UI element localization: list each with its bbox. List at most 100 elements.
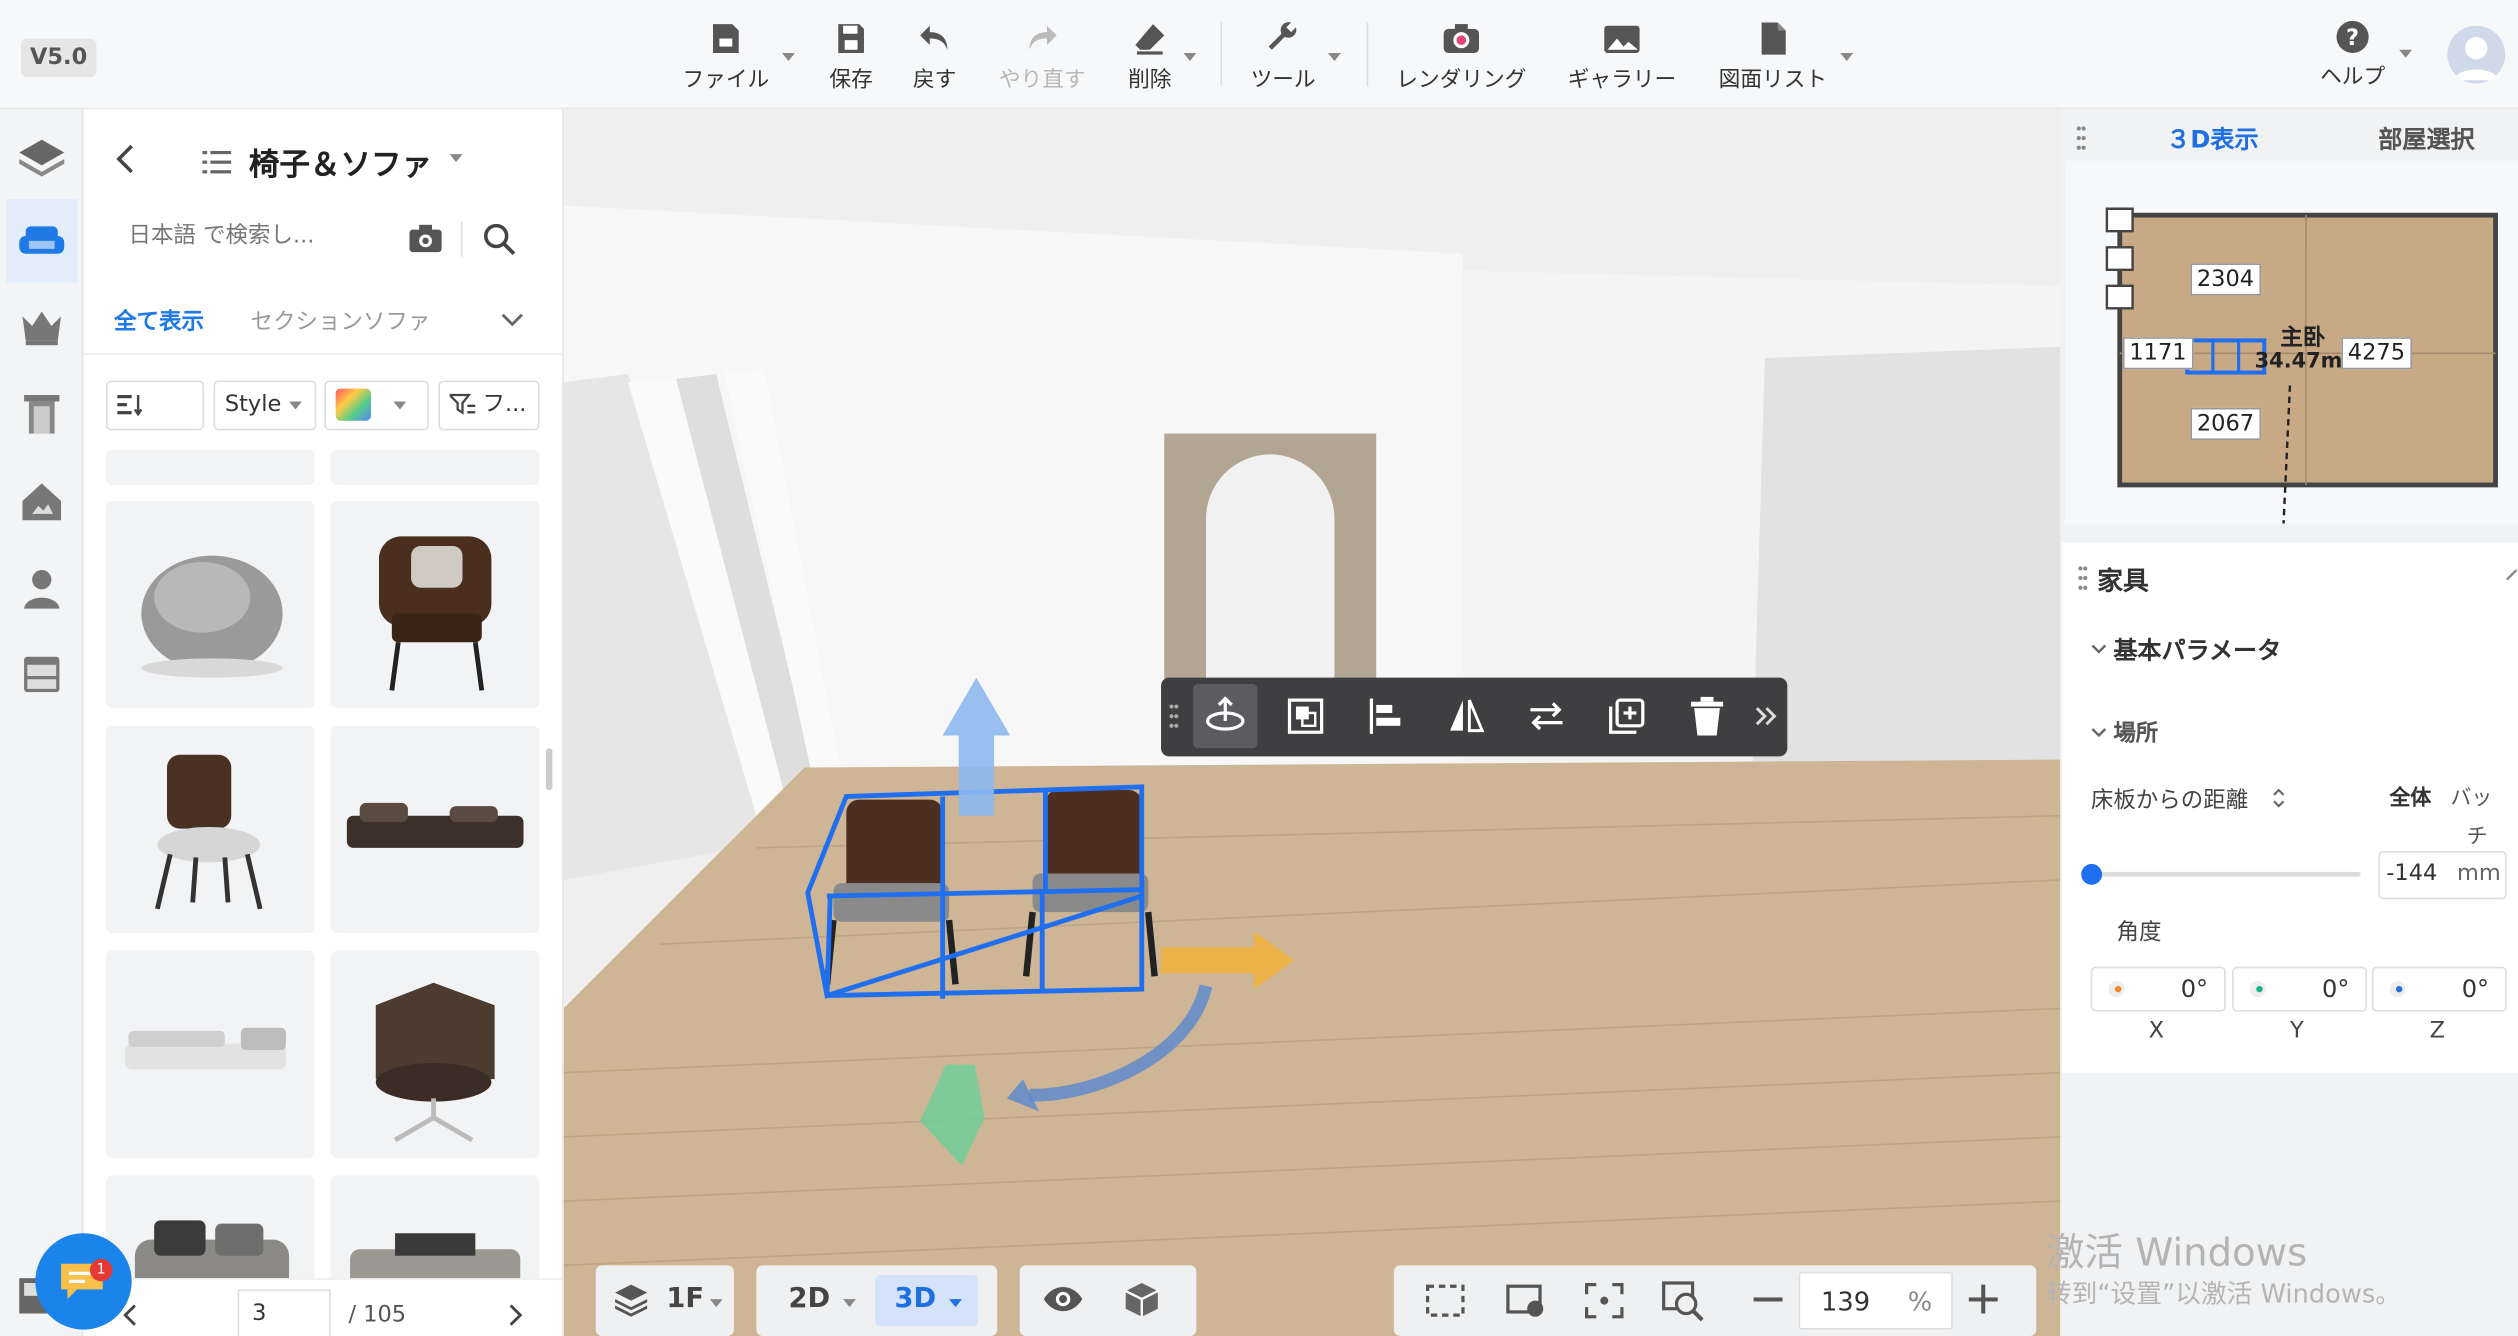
style-dropdown-icon[interactable] [289,401,302,410]
tab-room-select[interactable]: 部屋選択 [2378,122,2474,156]
catalog-scrollbar[interactable] [545,748,553,791]
product-card-sectional-sofa[interactable] [105,950,315,1158]
slider-handle[interactable] [2081,863,2103,885]
mode-3d-dropdown-icon[interactable] [949,1299,962,1308]
furniture-category[interactable] [6,199,78,283]
product-card[interactable] [105,449,315,485]
floor-plan-minimap[interactable]: 2304 1171 4275 2067 主卧 34.47m [2065,160,2518,524]
notification-badge: 1 [89,1258,113,1282]
tools-dropdown-icon[interactable] [1328,52,1341,62]
sort-icon [117,392,143,418]
tools-button[interactable]: ツール [1246,16,1320,96]
top-toolbar: V5.0 ファイル 保存 戻す やり直す 削除 ツール レンダリング ギャラリー… [0,0,2518,110]
zoom-out-icon[interactable] [1750,1281,1785,1316]
search-icon[interactable] [482,222,517,257]
save-button[interactable]: 保存 [819,16,883,96]
avatar[interactable] [2447,25,2506,84]
help-button[interactable]: ? ヘルプ [2312,16,2392,96]
tab-all[interactable]: 全て表示 [114,305,204,337]
drag-handle-icon[interactable] [2076,125,2086,151]
move-gizmo-icon [1206,696,1245,731]
align-button[interactable] [1354,684,1418,748]
location-section[interactable]: 場所 [2113,716,2158,748]
view-settings-icon[interactable] [1503,1281,1548,1320]
drawing-list-dropdown-icon[interactable] [1840,52,1854,62]
rendering-label: レンダリング [1396,67,1527,94]
room-area: 34.47m [2254,350,2343,375]
mirror-button[interactable] [1434,684,1498,748]
rendering-button[interactable]: レンダリング [1391,16,1532,96]
delete-dropdown-icon[interactable] [1183,52,1197,62]
back-icon[interactable] [112,141,138,176]
replace-button[interactable] [1273,684,1337,748]
floor-plan-category[interactable] [6,116,77,200]
file-menu-button[interactable]: ファイル [674,16,777,96]
zoom-area-icon[interactable] [1660,1280,1705,1322]
swap-button[interactable] [1514,684,1578,748]
expand-toolbar-icon[interactable] [1752,700,1778,732]
product-card-leather-armchair[interactable] [330,501,540,709]
scope-all-option[interactable]: 全体 [2390,780,2432,811]
category-rail [0,109,84,1336]
sort-filter[interactable] [105,380,204,431]
region-select-icon[interactable] [1423,1281,1468,1320]
tab-3d-view[interactable]: ３D表示 [2166,122,2258,156]
angle-z-input[interactable]: 0° [2371,966,2507,1012]
drag-handle-icon[interactable] [2078,565,2088,591]
angle-y-input[interactable]: 0° [2232,966,2368,1012]
floor-dropdown-icon[interactable] [709,1299,723,1308]
version-badge: V5.0 [20,38,97,78]
scene-category[interactable] [6,459,77,543]
chevron-down-icon[interactable] [2091,642,2107,655]
page-number-input[interactable]: 3 [237,1289,331,1336]
catalog-title[interactable]: 椅子＆ソファ [249,141,432,184]
house-scene-icon [22,483,62,521]
decor-category[interactable] [6,286,77,370]
floor-distance-slider[interactable] [2090,871,2361,877]
drawing-list-button[interactable]: 図面リスト [1712,16,1834,96]
product-card[interactable] [330,449,540,485]
help-dropdown-icon[interactable] [2399,49,2413,58]
duplicate-button[interactable] [1595,684,1659,748]
redo-button[interactable]: やり直す [996,16,1089,96]
product-card-bean-bag[interactable] [105,501,315,709]
sort-toggle-icon[interactable] [2271,787,2287,809]
eye-icon[interactable] [1042,1281,1084,1316]
tab-section-sofa[interactable]: セクションソファ [251,305,431,337]
product-card-swivel-lounge-chair[interactable] [330,950,540,1158]
next-page-icon[interactable] [507,1302,523,1328]
person-category[interactable] [6,546,77,630]
mode-2d-dropdown-icon[interactable] [843,1299,856,1308]
basic-params-section[interactable]: 基本パラメータ [2113,633,2281,667]
image-search-camera-icon[interactable] [408,222,443,254]
zoom-in-icon[interactable] [1966,1281,2001,1316]
more-filter[interactable]: フ... [438,380,540,431]
file-dropdown-icon[interactable] [782,52,795,62]
fit-view-icon[interactable] [1583,1281,1625,1320]
color-filter[interactable] [324,380,429,431]
color-dropdown-icon[interactable] [393,401,407,410]
chevron-down-icon[interactable] [2091,726,2107,739]
total-pages: / 105 [348,1302,407,1328]
move-rotate-button[interactable] [1193,684,1258,749]
catalog-dropdown-icon[interactable] [449,154,463,163]
chevron-down-icon[interactable] [501,312,523,328]
cabinet-category[interactable] [6,633,77,717]
product-card-dining-chair[interactable] [105,725,315,933]
delete-button[interactable]: 削除 [1118,16,1182,96]
chat-button[interactable]: 1 [35,1233,132,1330]
catalog-search-input[interactable]: 日本語 で検索し... [128,218,314,250]
scope-batch-option[interactable]: バッ [2451,780,2493,811]
angle-x-input[interactable]: 0° [2090,966,2226,1012]
collapse-panel-icon[interactable] [2505,568,2518,581]
delete-object-button[interactable] [1675,684,1739,748]
door-category[interactable] [6,373,77,457]
mode-2d-button[interactable]: 2D [788,1283,830,1315]
gallery-button[interactable]: ギャラリー [1561,16,1683,96]
product-card-low-sofa[interactable] [330,725,540,933]
floor-selector[interactable]: 1F [595,1265,734,1336]
cube-view-icon[interactable] [1123,1280,1162,1319]
drag-handle-icon[interactable] [1169,703,1179,729]
axis-x-label: X [2148,1018,2165,1044]
undo-button[interactable]: 戻す [902,16,966,96]
